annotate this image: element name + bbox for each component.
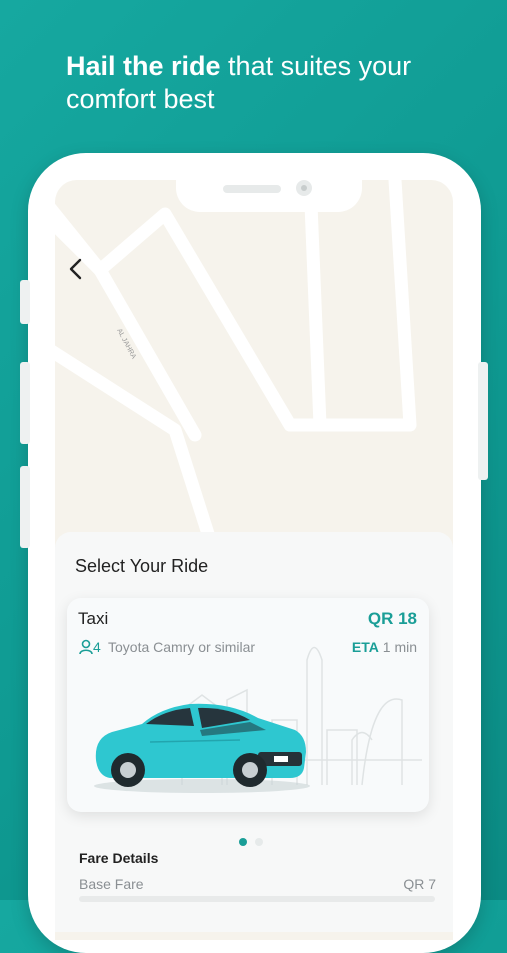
pager-dot-active[interactable]	[239, 838, 247, 846]
base-fare-value: QR 7	[403, 876, 436, 892]
headline-bold: Hail the ride	[66, 51, 221, 81]
sheet-title: Select Your Ride	[75, 556, 209, 576]
back-chevron-icon[interactable]	[66, 256, 86, 282]
carousel-pager[interactable]	[239, 833, 271, 851]
phone-power-button	[478, 362, 488, 480]
fare-next-row	[79, 896, 435, 902]
phone-camera	[296, 180, 312, 196]
fare-details-title: Fare Details	[79, 850, 159, 866]
pager-dot[interactable]	[255, 838, 263, 846]
phone-mute-button	[20, 280, 30, 324]
headline: Hail the ride that suites your comfort b…	[66, 50, 466, 116]
phone-volume-down-button	[20, 466, 30, 548]
phone-volume-up-button	[20, 362, 30, 444]
map-roads: AL JAHRA	[55, 180, 417, 547]
taxi-car-image	[94, 703, 310, 793]
seat-count: 4	[93, 639, 101, 655]
ride-name: Taxi	[78, 609, 109, 628]
ride-price: QR 18	[367, 609, 417, 628]
phone-speaker	[223, 185, 281, 193]
base-fare-label: Base Fare	[79, 876, 144, 892]
